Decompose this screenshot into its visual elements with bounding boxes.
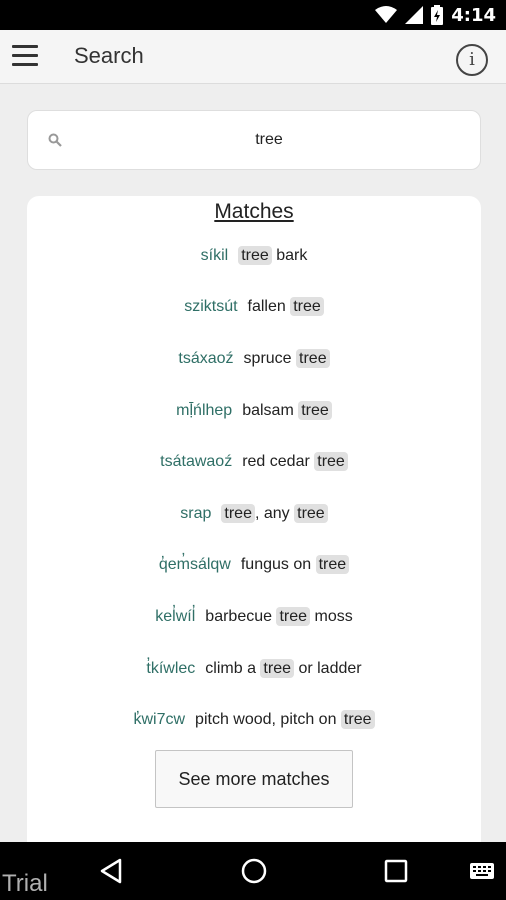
definition-text: barbecue <box>205 607 277 625</box>
match-word: kel̓wíl̓ <box>155 607 196 625</box>
match-definition: pitch wood, pitch on tree <box>195 710 375 730</box>
keyboard-icon[interactable] <box>470 863 494 879</box>
match-definition: tree, any tree <box>221 503 328 523</box>
definition-text: climb a <box>205 659 261 677</box>
match-word: t̓kíwlec <box>146 659 196 677</box>
matches-card: Matches síkil tree bark sziktsút fallen tre… <box>27 196 481 856</box>
home-icon[interactable] <box>240 857 268 885</box>
trial-watermark: Trial <box>2 870 48 897</box>
match-item[interactable]: k̓wi7cw pitch wood, pitch on tree <box>27 694 481 746</box>
highlighted-term: tree <box>260 658 294 678</box>
app-bar: Search i <box>0 30 506 84</box>
definition-text: red cedar <box>242 453 315 471</box>
match-list: síkil tree bark sziktsút fallen tree tsáxaoź… <box>27 230 481 746</box>
match-item[interactable]: srap tree, any tree <box>27 488 481 540</box>
match-word: tsáxaoź <box>178 349 234 367</box>
menu-icon[interactable] <box>12 45 38 67</box>
match-item[interactable]: mḹńlhep balsam tree <box>27 385 481 437</box>
match-item[interactable]: sziktsút fallen tree <box>27 282 481 334</box>
match-item[interactable]: q̓em̓sálqw fungus on tree <box>27 540 481 592</box>
match-word: tsátawaoź <box>160 453 233 471</box>
highlighted-term: tree <box>314 452 348 472</box>
match-item[interactable]: kel̓wíl̓ barbecue tree moss <box>27 591 481 643</box>
match-definition: balsam tree <box>242 400 332 420</box>
match-definition: climb a tree or ladder <box>205 658 362 678</box>
status-icons: 4:14 <box>375 0 496 30</box>
definition-text: moss <box>310 607 353 625</box>
highlighted-term: tree <box>276 606 311 626</box>
info-icon[interactable]: i <box>456 44 488 76</box>
highlighted-term: tree <box>298 400 332 420</box>
match-item[interactable]: tsáxaoź spruce tree <box>27 333 481 385</box>
match-word: sziktsút <box>184 298 238 316</box>
back-icon[interactable] <box>98 857 124 885</box>
page-title: Search <box>74 43 144 68</box>
search-icon <box>48 133 62 147</box>
highlighted-term: tree <box>290 297 324 317</box>
highlighted-term: tree <box>340 710 375 730</box>
highlighted-term: tree <box>315 555 350 575</box>
match-word: q̓em̓sálqw <box>158 556 231 574</box>
highlighted-term: tree <box>296 348 330 368</box>
navigation-bar: Trial <box>0 842 506 900</box>
definition-text: spruce <box>243 349 297 367</box>
definition-text: fungus on <box>240 556 316 574</box>
definition-text: or ladder <box>294 659 362 677</box>
match-word: srap <box>180 504 212 522</box>
definition-text: bark <box>271 246 308 264</box>
highlighted-term: tree <box>294 503 328 523</box>
highlighted-term: tree <box>238 245 272 265</box>
search-input[interactable] <box>78 125 460 155</box>
matches-heading: Matches <box>214 200 294 223</box>
match-definition: barbecue tree moss <box>205 606 353 626</box>
match-item[interactable]: síkil tree bark <box>27 230 481 282</box>
signal-icon <box>405 6 424 24</box>
definition-text: pitch wood, pitch on <box>195 711 341 729</box>
match-definition: red cedar tree <box>242 452 348 472</box>
wifi-icon <box>375 6 398 23</box>
match-item[interactable]: t̓kíwlec climb a tree or ladder <box>27 643 481 695</box>
status-bar: 4:14 <box>0 0 506 30</box>
search-box[interactable] <box>27 110 481 170</box>
see-more-matches-button[interactable]: See more matches <box>155 750 353 808</box>
match-definition: fungus on tree <box>240 555 350 575</box>
definition-text: fallen <box>247 298 291 316</box>
recents-icon[interactable] <box>384 857 408 885</box>
match-definition: fallen tree <box>247 297 324 317</box>
status-time: 4:14 <box>451 4 496 26</box>
definition-text: balsam <box>242 401 299 419</box>
match-definition: tree bark <box>238 245 308 265</box>
battery-charging-icon <box>431 5 444 25</box>
match-word: k̓wi7cw <box>133 711 186 729</box>
definition-text: , any <box>254 504 295 522</box>
match-definition: spruce tree <box>243 348 330 368</box>
highlighted-term: tree <box>221 503 255 523</box>
match-word: mḹńlhep <box>176 401 233 419</box>
match-item[interactable]: tsátawaoź red cedar tree <box>27 436 481 488</box>
match-word: síkil <box>200 246 229 264</box>
